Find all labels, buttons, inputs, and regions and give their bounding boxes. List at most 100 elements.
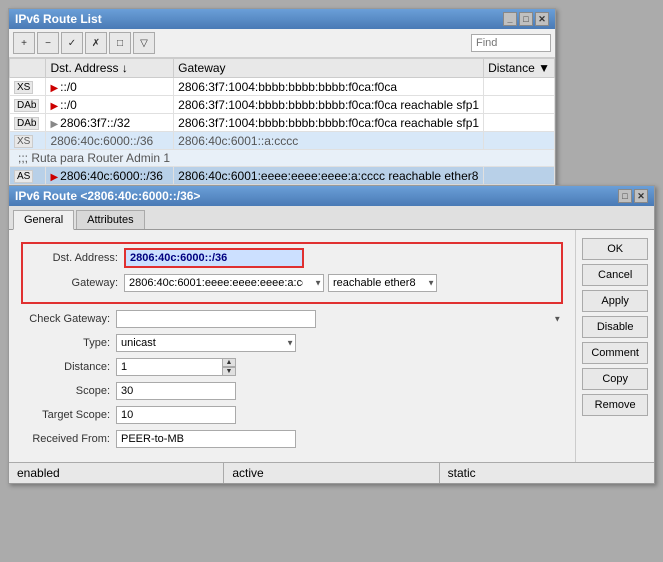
distance-label: Distance:	[21, 361, 116, 373]
row-distance	[484, 96, 555, 114]
row-distance	[484, 114, 555, 132]
table-row-group-label: ;;; Ruta para Router Admin 1	[10, 150, 555, 167]
row-dst: ▶2806:3f7::/32	[46, 114, 174, 132]
list-toolbar: + − ✓ ✗ □ ▽	[9, 29, 555, 58]
row-dst: ▶::/0	[46, 96, 174, 114]
received-from-field	[116, 430, 563, 448]
col-gateway[interactable]: Gateway	[174, 59, 484, 78]
row-tag: AS	[10, 167, 46, 185]
gateway-select[interactable]: 2806:40c:6001:eeee:eeee:eeee:a:cc	[124, 274, 324, 292]
row-gateway: 2806:40c:6001:eeee:eeee:eeee:a:cccc reac…	[174, 167, 484, 185]
table-row[interactable]: DAb ▶2806:3f7::/32 2806:3f7:1004:bbbb:bb…	[10, 114, 555, 132]
dst-address-field	[124, 248, 555, 268]
tab-general[interactable]: General	[13, 210, 74, 230]
status-static: static	[440, 463, 654, 483]
row-distance	[484, 132, 555, 150]
detail-close-btn[interactable]: ✕	[634, 189, 648, 203]
row-distance	[484, 167, 555, 185]
row-gateway: 2806:3f7:1004:bbbb:bbbb:bbbb:f0ca:f0ca	[174, 78, 484, 96]
row-gateway: 2806:40c:6001::a:cccc	[174, 132, 484, 150]
status-bar: enabled active static	[9, 462, 654, 483]
cross-btn[interactable]: ✗	[85, 32, 107, 54]
col-distance[interactable]: Distance ▼	[484, 59, 555, 78]
check-gateway-label: Check Gateway:	[21, 313, 116, 325]
target-scope-input[interactable]	[116, 406, 236, 424]
target-scope-field	[116, 406, 563, 424]
col-dst[interactable]: Dst. Address ↓	[46, 59, 174, 78]
target-scope-label: Target Scope:	[21, 409, 116, 421]
scope-field	[116, 382, 563, 400]
cancel-button[interactable]: Cancel	[582, 264, 648, 286]
dst-address-input[interactable]	[124, 248, 304, 268]
type-select[interactable]: unicast	[116, 334, 296, 352]
table-row-selected[interactable]: AS ▶2806:40c:6000::/36 2806:40c:6001:eee…	[10, 167, 555, 185]
remove-button[interactable]: Remove	[582, 394, 648, 416]
row-distance	[484, 78, 555, 96]
detail-title-bar: IPv6 Route <2806:40c:6000::/36> □ ✕	[9, 186, 654, 206]
row-dst: ▶2806:40c:6000::/36	[46, 167, 174, 185]
gateway-label: Gateway:	[29, 277, 124, 289]
detail-content: Dst. Address: Gateway: 2806:40c:6001:eee…	[9, 230, 654, 462]
table-row[interactable]: XS 2806:40c:6000::/36 2806:40c:6001::a:c…	[10, 132, 555, 150]
row-tag: DAb	[10, 114, 46, 132]
row-gateway: 2806:3f7:1004:bbbb:bbbb:bbbb:f0ca:f0ca r…	[174, 114, 484, 132]
check-gateway-field	[116, 310, 563, 328]
detail-window-title: IPv6 Route <2806:40c:6000::/36>	[15, 189, 200, 203]
type-row: Type: unicast	[21, 334, 563, 352]
square-btn[interactable]: □	[109, 32, 131, 54]
detail-minimize-btn[interactable]: □	[618, 189, 632, 203]
check-gateway-select[interactable]	[116, 310, 316, 328]
status-active: active	[224, 463, 439, 483]
tab-bar: General Attributes	[9, 206, 654, 230]
check-gateway-row: Check Gateway:	[21, 310, 563, 328]
status-enabled: enabled	[9, 463, 224, 483]
gateway-field: 2806:40c:6001:eeee:eeee:eeee:a:cc reacha…	[124, 274, 555, 292]
check-btn[interactable]: ✓	[61, 32, 83, 54]
distance-input[interactable]	[116, 358, 236, 376]
route-table: Dst. Address ↓ Gateway Distance ▼ XS ▶::…	[9, 58, 555, 185]
copy-button[interactable]: Copy	[582, 368, 648, 390]
dst-address-row: Dst. Address:	[29, 248, 555, 268]
list-minimize-btn[interactable]: _	[503, 12, 517, 26]
group-label: ;;; Ruta para Router Admin 1	[10, 150, 555, 167]
form-area: Dst. Address: Gateway: 2806:40c:6001:eee…	[9, 230, 576, 462]
row-tag: XS	[10, 78, 46, 96]
scope-input[interactable]	[116, 382, 236, 400]
distance-row: Distance: ▲ ▼	[21, 358, 563, 376]
distance-down-btn[interactable]: ▼	[222, 367, 236, 376]
route-detail-window: IPv6 Route <2806:40c:6000::/36> □ ✕ Gene…	[8, 185, 655, 484]
received-from-input[interactable]	[116, 430, 296, 448]
distance-up-btn[interactable]: ▲	[222, 358, 236, 367]
list-window-title: IPv6 Route List	[15, 12, 102, 26]
row-gateway: 2806:3f7:1004:bbbb:bbbb:bbbb:f0ca:f0ca r…	[174, 96, 484, 114]
received-from-row: Received From:	[21, 430, 563, 448]
target-scope-row: Target Scope:	[21, 406, 563, 424]
list-close-btn[interactable]: ✕	[535, 12, 549, 26]
tab-attributes[interactable]: Attributes	[76, 210, 144, 229]
type-label: Type:	[21, 337, 116, 349]
col-type	[10, 59, 46, 78]
route-list-window: IPv6 Route List _ □ ✕ + − ✓ ✗ □ ▽ Dst. A…	[8, 8, 556, 186]
filter-btn[interactable]: ▽	[133, 32, 155, 54]
gateway-suffix-select[interactable]: reachable ether8	[328, 274, 437, 292]
apply-button[interactable]: Apply	[582, 290, 648, 312]
find-input[interactable]	[471, 34, 551, 52]
remove-btn[interactable]: −	[37, 32, 59, 54]
row-tag: DAb	[10, 96, 46, 114]
add-btn[interactable]: +	[13, 32, 35, 54]
table-row[interactable]: XS ▶::/0 2806:3f7:1004:bbbb:bbbb:bbbb:f0…	[10, 78, 555, 96]
ok-button[interactable]: OK	[582, 238, 648, 260]
dst-address-label: Dst. Address:	[29, 252, 124, 264]
list-maximize-btn[interactable]: □	[519, 12, 533, 26]
dst-gateway-group: Dst. Address: Gateway: 2806:40c:6001:eee…	[21, 242, 563, 304]
comment-button[interactable]: Comment	[582, 342, 648, 364]
row-tag: XS	[10, 132, 46, 150]
action-buttons-panel: OK Cancel Apply Disable Comment Copy Rem…	[576, 230, 654, 462]
type-field: unicast	[116, 334, 563, 352]
received-from-label: Received From:	[21, 433, 116, 445]
disable-button[interactable]: Disable	[582, 316, 648, 338]
scope-label: Scope:	[21, 385, 116, 397]
distance-field: ▲ ▼	[116, 358, 563, 376]
scope-row: Scope:	[21, 382, 563, 400]
table-row[interactable]: DAb ▶::/0 2806:3f7:1004:bbbb:bbbb:bbbb:f…	[10, 96, 555, 114]
